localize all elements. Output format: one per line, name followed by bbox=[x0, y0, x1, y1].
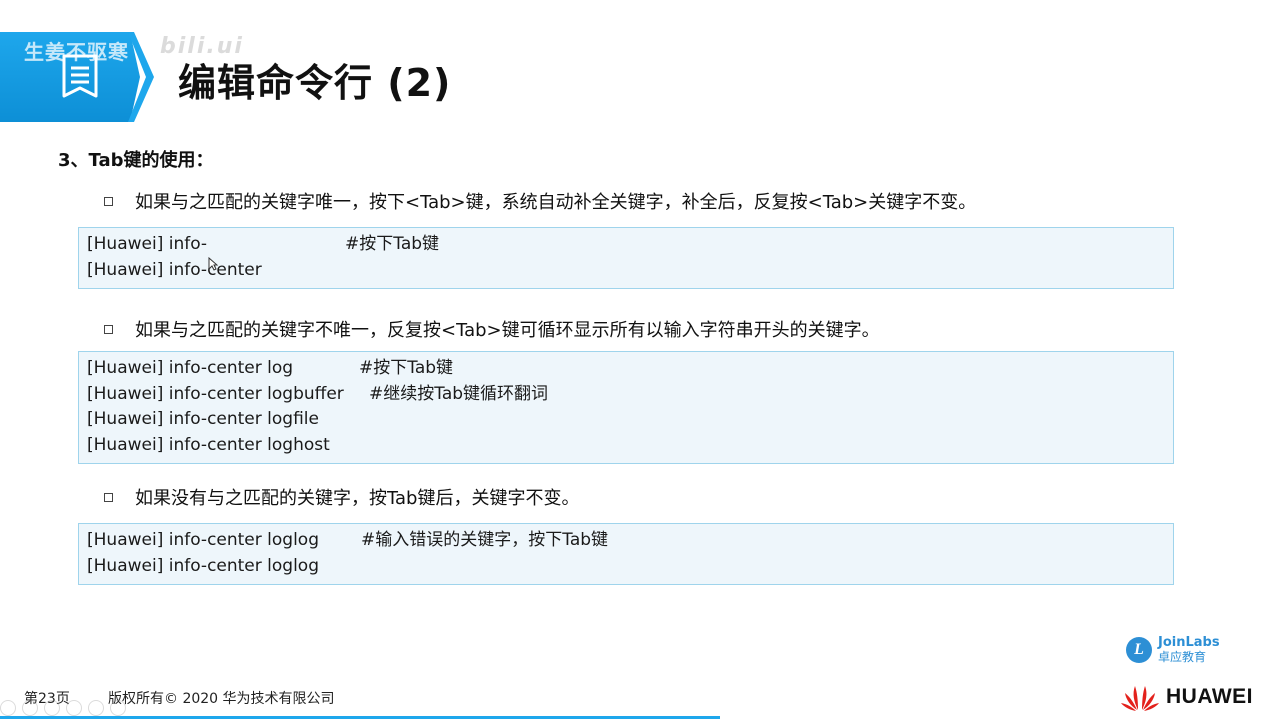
code-line: [Huawei] info-center loghost bbox=[87, 433, 1173, 459]
zoom-icon[interactable] bbox=[88, 700, 104, 716]
code-command: [Huawei] info-center log bbox=[87, 358, 294, 378]
footer-divider bbox=[0, 716, 720, 719]
copyright: 版权所有© 2020 华为技术有限公司 bbox=[108, 691, 335, 707]
page-title: 编辑命令行 (2) bbox=[178, 61, 452, 105]
huawei-logo: HUAWEI bbox=[1120, 682, 1253, 712]
code-line: [Huawei] info- #按下Tab键 bbox=[87, 232, 1173, 258]
code-block: [Huawei] info-center log #按下Tab键 [Huawei… bbox=[78, 351, 1174, 464]
more-icon[interactable] bbox=[110, 700, 126, 716]
section-heading: 3、Tab键的使用： bbox=[58, 150, 214, 171]
code-command: [Huawei] info-center bbox=[87, 259, 262, 280]
bullet-text: 如果没有与之匹配的关键字，按Tab键后，关键字不变。 bbox=[135, 488, 580, 509]
joinlabs-icon: L bbox=[1126, 637, 1152, 663]
code-line: [Huawei] info-center logbuffer #继续按Tab键循… bbox=[87, 382, 1173, 408]
pen-icon[interactable] bbox=[44, 700, 60, 716]
code-command: [Huawei] info-center logbuffer bbox=[87, 383, 344, 404]
huawei-wordmark: HUAWEI bbox=[1166, 685, 1253, 708]
code-comment: #继续按Tab键循环翻词 bbox=[369, 383, 549, 404]
code-comment: #按下Tab键 bbox=[345, 234, 440, 254]
code-block: [Huawei] info- #按下Tab键 [Huawei] info-cen… bbox=[78, 227, 1174, 289]
code-command: [Huawei] info-center logfile bbox=[87, 409, 319, 429]
code-command: [Huawei] info-center loglog bbox=[87, 555, 319, 576]
code-line: [Huawei] info-center loglog #输入错误的关键字，按下… bbox=[87, 528, 1173, 554]
bullet-square-icon bbox=[104, 197, 113, 206]
next-icon[interactable] bbox=[22, 700, 38, 716]
watermark-text: 生姜不驱寒 bbox=[24, 40, 129, 64]
code-block: [Huawei] info-center loglog #输入错误的关键字，按下… bbox=[78, 523, 1174, 585]
code-comment: #按下Tab键 bbox=[359, 358, 454, 378]
code-command: [Huawei] info- bbox=[87, 234, 208, 254]
mouse-cursor-icon bbox=[208, 256, 219, 275]
bullet-square-icon bbox=[104, 325, 113, 334]
grid-icon[interactable] bbox=[66, 700, 82, 716]
joinlabs-logo: L JoinLabs 卓应教育 bbox=[1126, 636, 1220, 664]
bullet-text: 如果与之匹配的关键字不唯一，反复按<Tab>键可循环显示所有以输入字符串开头的关… bbox=[135, 320, 880, 341]
code-line: [Huawei] info-center logfile bbox=[87, 407, 1173, 433]
bullet-square-icon bbox=[104, 493, 113, 502]
code-comment: #输入错误的关键字，按下Tab键 bbox=[361, 530, 609, 550]
code-command: [Huawei] info-center loghost bbox=[87, 434, 330, 455]
bullet-text: 如果与之匹配的关键字唯一，按下<Tab>键，系统自动补全关键字，补全后，反复按<… bbox=[135, 192, 977, 213]
code-command: [Huawei] info-center loglog bbox=[87, 530, 319, 550]
huawei-flower-icon bbox=[1121, 686, 1159, 711]
prev-icon[interactable] bbox=[0, 700, 16, 716]
code-line: [Huawei] info-center bbox=[87, 258, 1173, 284]
code-line: [Huawei] info-center loglog bbox=[87, 554, 1173, 580]
bullet-item: 如果没有与之匹配的关键字，按Tab键后，关键字不变。 bbox=[104, 484, 579, 510]
joinlabs-cn-name: 卓应教育 bbox=[1158, 650, 1207, 664]
joinlabs-name: JoinLabs bbox=[1158, 635, 1220, 650]
player-controls[interactable] bbox=[0, 700, 126, 716]
bullet-item: 如果与之匹配的关键字唯一，按下<Tab>键，系统自动补全关键字，补全后，反复按<… bbox=[104, 188, 976, 214]
bullet-item: 如果与之匹配的关键字不唯一，反复按<Tab>键可循环显示所有以输入字符串开头的关… bbox=[104, 316, 880, 342]
code-line: [Huawei] info-center log #按下Tab键 bbox=[87, 356, 1173, 382]
